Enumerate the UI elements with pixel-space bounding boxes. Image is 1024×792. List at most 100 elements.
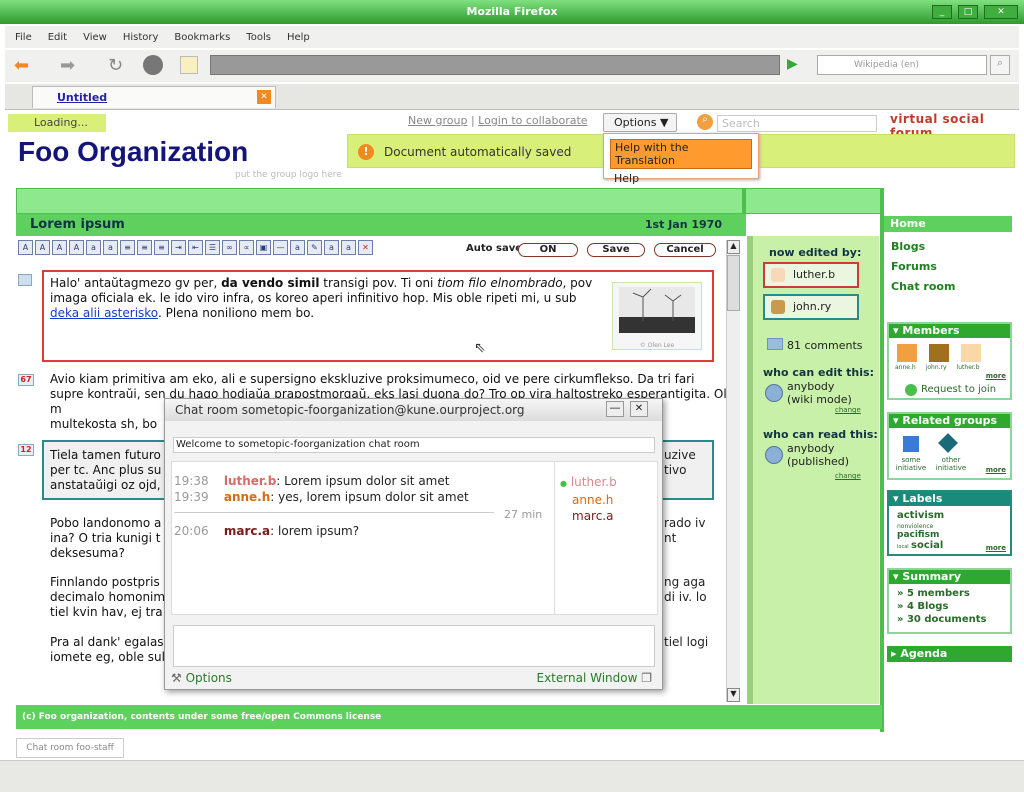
wind-turbine-image[interactable]: © Olen Lee <box>612 282 702 350</box>
hr-icon[interactable]: — <box>273 240 288 255</box>
sidebar-item-home[interactable]: Home <box>884 216 1012 232</box>
label-pacifism[interactable]: pacifism <box>897 530 939 540</box>
summary-blogs[interactable]: » 4 Blogs <box>897 601 948 612</box>
chat-user[interactable]: anne.h <box>560 492 617 508</box>
editor-john[interactable]: john.ry <box>763 294 859 320</box>
message-user[interactable]: marc.a <box>224 524 270 538</box>
comment-icon[interactable] <box>18 274 32 286</box>
maximize-icon[interactable]: □ <box>958 5 978 19</box>
underline-icon[interactable]: A <box>52 240 67 255</box>
label-local[interactable]: local <box>897 544 909 550</box>
fontsize-up-icon[interactable]: a <box>341 240 356 255</box>
login-link[interactable]: Login to collaborate <box>478 114 587 127</box>
highlight-icon[interactable]: ✎ <box>307 240 322 255</box>
related-group-name[interactable]: some initiative <box>893 456 929 472</box>
clear-format-icon[interactable]: ✕ <box>358 240 373 255</box>
scroll-thumb[interactable] <box>727 255 740 311</box>
chat-user[interactable]: ● luther.b <box>560 474 617 492</box>
p1-link[interactable]: deka alii asterisko <box>50 306 158 320</box>
chat-minimize-icon[interactable]: — <box>606 401 624 417</box>
align-right-icon[interactable]: ≡ <box>154 240 169 255</box>
group-avatar[interactable] <box>938 433 958 453</box>
menu-item-help[interactable]: Help <box>610 171 752 186</box>
request-join-link[interactable]: Request to join <box>921 384 996 395</box>
stop-icon[interactable] <box>143 55 163 75</box>
url-bar[interactable] <box>210 55 780 75</box>
menu-help[interactable]: Help <box>287 32 310 43</box>
outdent-icon[interactable]: ⇤ <box>188 240 203 255</box>
strike-icon[interactable]: A <box>69 240 84 255</box>
save-button[interactable]: Save <box>587 243 645 257</box>
summary-header[interactable]: ▾ Summary <box>889 570 1010 584</box>
home-icon[interactable] <box>180 56 198 74</box>
reload-icon[interactable]: ↻ <box>108 55 123 76</box>
chat-room-status-button[interactable]: Chat room foo-staff <box>16 738 124 758</box>
font-icon[interactable]: a <box>290 240 305 255</box>
superscript-icon[interactable]: a <box>103 240 118 255</box>
back-icon[interactable]: ⬅ <box>14 55 29 76</box>
chat-input[interactable] <box>173 625 655 667</box>
web-search-field[interactable]: Wikipedia (en) <box>817 55 987 75</box>
menu-tools[interactable]: Tools <box>246 32 271 43</box>
sidebar-item-blogs[interactable]: Blogs <box>891 240 925 253</box>
cancel-button[interactable]: Cancel <box>654 243 716 257</box>
forward-icon[interactable]: ➡ <box>60 55 75 76</box>
search-input[interactable]: Search <box>717 115 877 132</box>
members-header[interactable]: ▾ Members <box>889 324 1010 338</box>
chat-user[interactable]: marc.a <box>560 508 617 524</box>
comment-count-badge[interactable]: 67 <box>18 374 34 386</box>
search-icon[interactable]: ⌕ <box>697 114 713 130</box>
italic-icon[interactable]: A <box>35 240 50 255</box>
menu-file[interactable]: File <box>15 32 32 43</box>
list-icon[interactable]: ☰ <box>205 240 220 255</box>
label-nonviolence[interactable]: nonviolence <box>897 523 933 530</box>
labels-more-link[interactable]: more <box>986 544 1006 552</box>
label-activism[interactable]: activism <box>897 510 944 521</box>
align-left-icon[interactable]: ≡ <box>120 240 135 255</box>
change-read-link[interactable]: change <box>835 472 861 480</box>
autosave-toggle[interactable]: ON <box>518 243 578 257</box>
fontsize-icon[interactable]: a <box>324 240 339 255</box>
sidebar-item-forums[interactable]: Forums <box>891 260 937 273</box>
agenda-header[interactable]: ▸ Agenda <box>887 646 1012 662</box>
message-user[interactable]: anne.h <box>224 490 270 504</box>
unlink-icon[interactable]: ∝ <box>239 240 254 255</box>
summary-members[interactable]: » 5 members <box>897 588 970 599</box>
sidebar-item-chat[interactable]: Chat room <box>891 280 955 293</box>
align-center-icon[interactable]: ≡ <box>137 240 152 255</box>
related-more-link[interactable]: more <box>986 466 1006 474</box>
menu-view[interactable]: View <box>83 32 107 43</box>
external-window-link[interactable]: External Window ❐ <box>536 671 652 685</box>
comments-link[interactable]: 81 comments <box>787 339 863 352</box>
chat-close-icon[interactable]: ✕ <box>630 401 648 417</box>
menu-bookmarks[interactable]: Bookmarks <box>174 32 230 43</box>
menu-history[interactable]: History <box>123 32 159 43</box>
go-icon[interactable]: ▶ <box>787 56 798 72</box>
editor-luther[interactable]: luther.b <box>763 262 859 288</box>
scroll-down-icon[interactable]: ▼ <box>727 688 740 702</box>
logo-hint[interactable]: put the group logo here <box>235 170 342 180</box>
image-icon[interactable]: ▣ <box>256 240 271 255</box>
options-button[interactable]: Options ▼ <box>603 113 677 132</box>
subscript-icon[interactable]: a <box>86 240 101 255</box>
member-avatar[interactable] <box>897 344 917 362</box>
link-icon[interactable]: ∞ <box>222 240 237 255</box>
new-group-link[interactable]: New group <box>408 114 467 127</box>
related-header[interactable]: ▾ Related groups <box>889 414 1010 428</box>
comment-count-badge[interactable]: 12 <box>18 444 34 456</box>
chat-options[interactable]: ⚒ Options <box>171 671 232 685</box>
related-group-name[interactable]: other initiative <box>933 456 969 472</box>
label-social[interactable]: social <box>911 540 943 551</box>
group-avatar[interactable] <box>903 436 919 452</box>
member-avatar[interactable] <box>961 344 981 362</box>
member-avatar[interactable] <box>929 344 949 362</box>
summary-documents[interactable]: » 30 documents <box>897 614 986 625</box>
labels-header[interactable]: ▾ Labels <box>889 492 1010 506</box>
search-icon[interactable]: ⌕ <box>990 55 1010 75</box>
minimize-icon[interactable]: _ <box>932 5 952 19</box>
change-edit-link[interactable]: change <box>835 406 861 414</box>
indent-icon[interactable]: ⇥ <box>171 240 186 255</box>
members-more-link[interactable]: more <box>986 372 1006 380</box>
bold-icon[interactable]: A <box>18 240 33 255</box>
tab-close-icon[interactable]: ✕ <box>257 90 271 104</box>
